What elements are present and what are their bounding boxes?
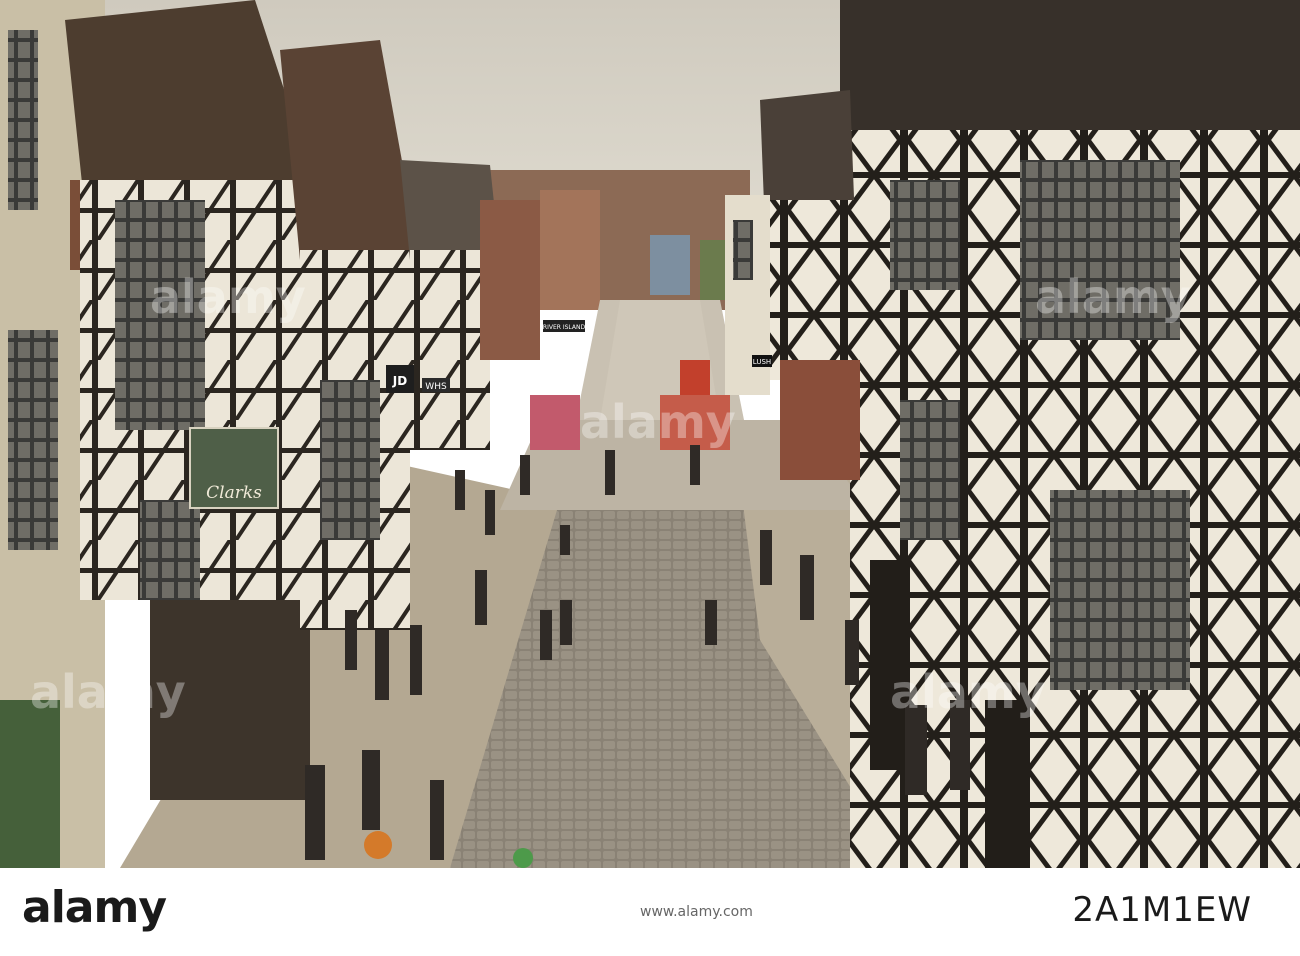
jd-sign: JD (386, 365, 414, 393)
whs-sign: WHS (422, 378, 450, 392)
left-building-brick (480, 200, 540, 360)
clarks-sign-text: Clarks (206, 483, 262, 503)
pedestrian-orange-top (364, 831, 392, 859)
market-stall-right (660, 395, 730, 450)
clarks-sign: Clarks (189, 427, 279, 509)
river-island-sign: RIVER ISLAND (543, 320, 586, 332)
pedestrian-green-top (513, 848, 533, 868)
alamy-logo: alamy (22, 882, 167, 933)
whs-sign-text: WHS (425, 382, 447, 392)
jd-sign-text: JD (392, 374, 407, 388)
market-stall-left (530, 395, 580, 450)
image-id: 2A1M1EW (1072, 890, 1252, 930)
river-island-sign-text: RIVER ISLAND (543, 324, 586, 331)
street-photo: Clarks JD WHS RIVER ISLAND LUSH alamy al… (0, 0, 1300, 868)
caption: www.alamy.com (640, 904, 753, 920)
lush-sign: LUSH (752, 355, 772, 367)
lush-sign-text: LUSH (753, 358, 771, 366)
red-van (680, 360, 710, 395)
